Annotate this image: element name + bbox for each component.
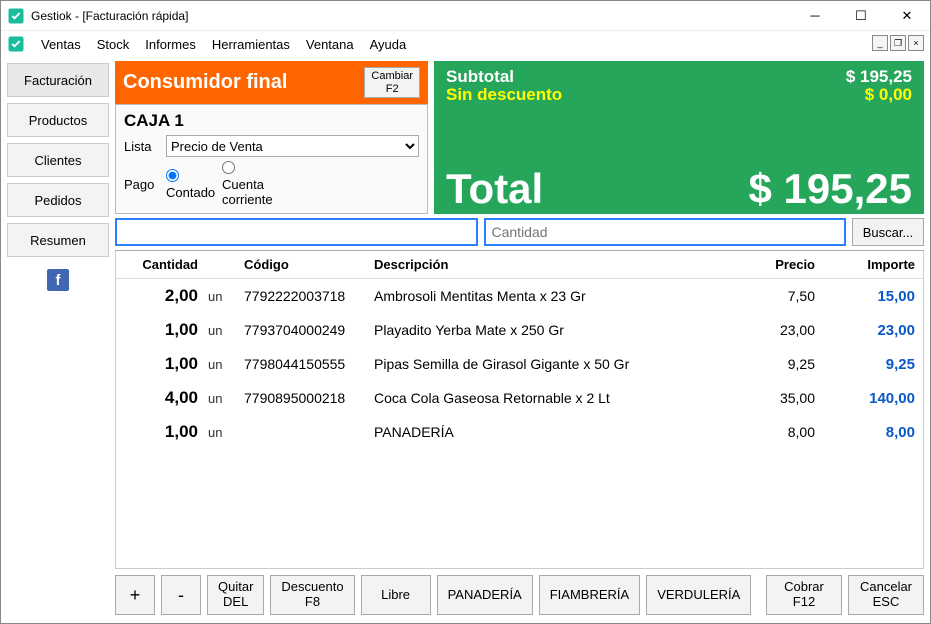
menu-ventana[interactable]: Ventana [298, 34, 362, 55]
totals-panel: Subtotal $ 195,25 Sin descuento $ 0,00 T… [434, 61, 924, 214]
cell-desc: Coca Cola Gaseosa Retornable x 2 Lt [366, 381, 743, 415]
sidebar-item-clientes[interactable]: Clientes [7, 143, 109, 177]
cell-price: 7,50 [743, 279, 823, 314]
category-fiambreria-button[interactable]: FIAMBRERÍA [539, 575, 640, 615]
table-row[interactable]: 1,00un7798044150555Pipas Semilla de Gira… [116, 347, 923, 381]
libre-button[interactable]: Libre [361, 575, 431, 615]
change-customer-button[interactable]: Cambiar F2 [364, 67, 420, 98]
close-button[interactable]: ✕ [884, 1, 930, 31]
cell-unit: un [206, 415, 236, 449]
total-value: $ 195,25 [749, 168, 913, 210]
category-verduleria-button[interactable]: VERDULERÍA [646, 575, 751, 615]
cell-amount: 9,25 [823, 347, 923, 381]
minimize-button[interactable]: ─ [792, 1, 838, 31]
cell-unit: un [206, 347, 236, 381]
cell-code: 7793704000249 [236, 313, 366, 347]
pago-contado-radio[interactable]: Contado [166, 169, 208, 200]
app-logo-icon [7, 7, 25, 25]
mdi-restore-button[interactable]: ❐ [890, 35, 906, 51]
cell-amount: 23,00 [823, 313, 923, 347]
cell-unit: un [206, 313, 236, 347]
table-row[interactable]: 1,00unPANADERÍA8,008,00 [116, 415, 923, 449]
charge-button[interactable]: Cobrar F12 [766, 575, 842, 615]
decrement-button[interactable]: - [161, 575, 201, 615]
cell-desc: Pipas Semilla de Girasol Gigante x 50 Gr [366, 347, 743, 381]
col-desc: Descripción [366, 251, 743, 279]
table-row[interactable]: 4,00un7790895000218Coca Cola Gaseosa Ret… [116, 381, 923, 415]
cell-desc: Ambrosoli Mentitas Menta x 23 Gr [366, 279, 743, 314]
cell-price: 35,00 [743, 381, 823, 415]
cash-box: CAJA 1 Lista Precio de Venta Pago Contad… [115, 104, 428, 214]
cell-amount: 8,00 [823, 415, 923, 449]
sidebar-item-facturacion[interactable]: Facturación [7, 63, 109, 97]
mdi-controls: _ ❐ × [872, 35, 924, 51]
col-amount: Importe [823, 251, 923, 279]
facebook-icon[interactable]: f [47, 269, 69, 291]
cell-qty: 4,00 [116, 381, 206, 415]
search-button[interactable]: Buscar... [852, 218, 924, 246]
table-row[interactable]: 1,00un7793704000249Playadito Yerba Mate … [116, 313, 923, 347]
discount-label: Sin descuento [446, 85, 562, 105]
sidebar-item-productos[interactable]: Productos [7, 103, 109, 137]
cell-price: 8,00 [743, 415, 823, 449]
cell-price: 9,25 [743, 347, 823, 381]
lista-select[interactable]: Precio de Venta [166, 135, 419, 157]
discount-button[interactable]: Descuento F8 [270, 575, 354, 615]
cell-code: 7792222003718 [236, 279, 366, 314]
cell-desc: PANADERÍA [366, 415, 743, 449]
col-qty: Cantidad [116, 251, 206, 279]
subtotal-value: $ 195,25 [846, 67, 912, 87]
menubar: Ventas Stock Informes Herramientas Venta… [1, 31, 930, 57]
search-input[interactable] [115, 218, 478, 246]
mdi-close-button[interactable]: × [908, 35, 924, 51]
cell-unit: un [206, 381, 236, 415]
col-price: Precio [743, 251, 823, 279]
sidebar: Facturación Productos Clientes Pedidos R… [1, 57, 115, 623]
pago-cc-radio[interactable]: Cuenta corriente [222, 161, 264, 207]
cell-desc: Playadito Yerba Mate x 250 Gr [366, 313, 743, 347]
titlebar: Gestiok - [Facturación rápida] ─ ☐ ✕ [1, 1, 930, 31]
maximize-button[interactable]: ☐ [838, 1, 884, 31]
bottom-toolbar: + - Quitar DEL Descuento F8 Libre PANADE… [115, 573, 924, 617]
remove-button[interactable]: Quitar DEL [207, 575, 264, 615]
cell-unit: un [206, 279, 236, 314]
mdi-minimize-button[interactable]: _ [872, 35, 888, 51]
cell-code: 7790895000218 [236, 381, 366, 415]
cell-code: 7798044150555 [236, 347, 366, 381]
caja-title: CAJA 1 [124, 111, 419, 131]
menu-ayuda[interactable]: Ayuda [362, 34, 415, 55]
items-grid: Cantidad Código Descripción Precio Impor… [115, 250, 924, 569]
customer-header: Consumidor final Cambiar F2 [115, 61, 428, 104]
menu-herramientas[interactable]: Herramientas [204, 34, 298, 55]
cell-qty: 1,00 [116, 313, 206, 347]
total-label: Total [446, 168, 543, 210]
customer-name: Consumidor final [123, 71, 287, 94]
cell-qty: 2,00 [116, 279, 206, 314]
increment-button[interactable]: + [115, 575, 155, 615]
sidebar-item-pedidos[interactable]: Pedidos [7, 183, 109, 217]
col-code: Código [236, 251, 366, 279]
cell-qty: 1,00 [116, 415, 206, 449]
menu-stock[interactable]: Stock [89, 34, 138, 55]
cell-price: 23,00 [743, 313, 823, 347]
cell-amount: 140,00 [823, 381, 923, 415]
cancel-button[interactable]: Cancelar ESC [848, 575, 924, 615]
lista-label: Lista [124, 139, 166, 154]
subtotal-label: Subtotal [446, 67, 514, 87]
menu-ventas[interactable]: Ventas [33, 34, 89, 55]
app-logo-icon [7, 35, 25, 53]
quantity-input[interactable] [484, 218, 847, 246]
cell-amount: 15,00 [823, 279, 923, 314]
pago-label: Pago [124, 177, 166, 192]
category-panaderia-button[interactable]: PANADERÍA [437, 575, 533, 615]
discount-value: $ 0,00 [865, 85, 912, 105]
cell-qty: 1,00 [116, 347, 206, 381]
table-row[interactable]: 2,00un7792222003718Ambrosoli Mentitas Me… [116, 279, 923, 314]
cell-code [236, 415, 366, 449]
window-title: Gestiok - [Facturación rápida] [31, 9, 792, 23]
menu-informes[interactable]: Informes [137, 34, 204, 55]
sidebar-item-resumen[interactable]: Resumen [7, 223, 109, 257]
